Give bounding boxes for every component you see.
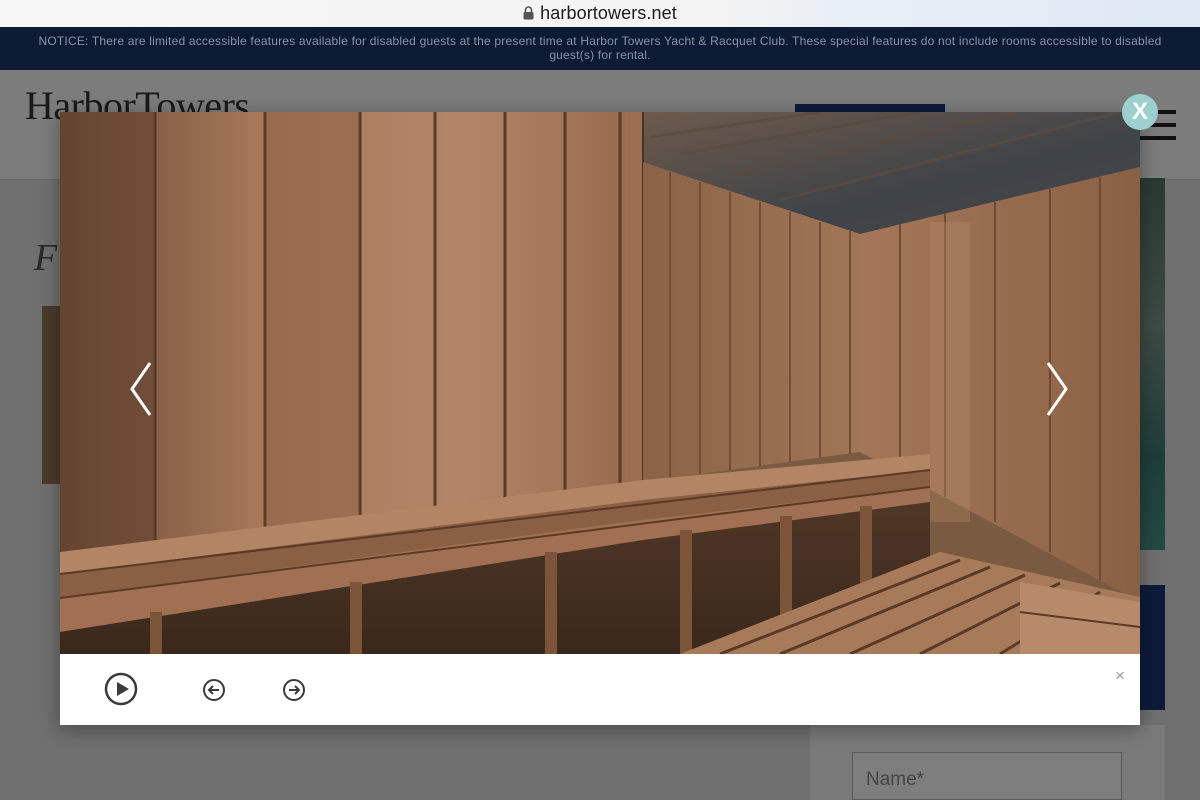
- toolbar-close-button[interactable]: ×: [1113, 667, 1127, 684]
- background-image-left: [42, 306, 62, 484]
- chevron-left-icon: [130, 362, 152, 416]
- sauna-photo: [60, 112, 1140, 654]
- lightbox-toolbar: ×: [60, 654, 1140, 725]
- arrow-right-circle-icon: [283, 679, 305, 701]
- lightbox-modal: ×: [60, 112, 1140, 725]
- thumbnail-next-button[interactable]: [282, 678, 306, 702]
- name-placeholder: Name*: [866, 769, 925, 790]
- arrow-left-circle-icon: [203, 679, 225, 701]
- lock-icon: [523, 5, 534, 19]
- lightbox-close-button[interactable]: X: [1122, 94, 1158, 130]
- page-heading: F: [34, 237, 58, 279]
- background-image-right: [1140, 178, 1165, 550]
- slideshow-play-button[interactable]: [104, 672, 138, 706]
- accessibility-notice-banner: NOTICE: There are limited accessible fea…: [0, 27, 1200, 70]
- lightbox-prev-button[interactable]: [126, 359, 156, 419]
- name-input[interactable]: Name*: [852, 752, 1122, 800]
- browser-url-bar[interactable]: harbortowers.net: [0, 0, 1200, 27]
- play-circle-icon: [104, 672, 138, 706]
- url-text: harbortowers.net: [540, 3, 677, 23]
- thumbnail-prev-button[interactable]: [202, 678, 226, 702]
- notice-text: NOTICE: There are limited accessible fea…: [38, 34, 1162, 62]
- chevron-right-icon: [1046, 362, 1068, 416]
- background-navy-panel: [1140, 585, 1165, 710]
- lightbox-photo: [60, 112, 1140, 654]
- lightbox-next-button[interactable]: [1042, 359, 1072, 419]
